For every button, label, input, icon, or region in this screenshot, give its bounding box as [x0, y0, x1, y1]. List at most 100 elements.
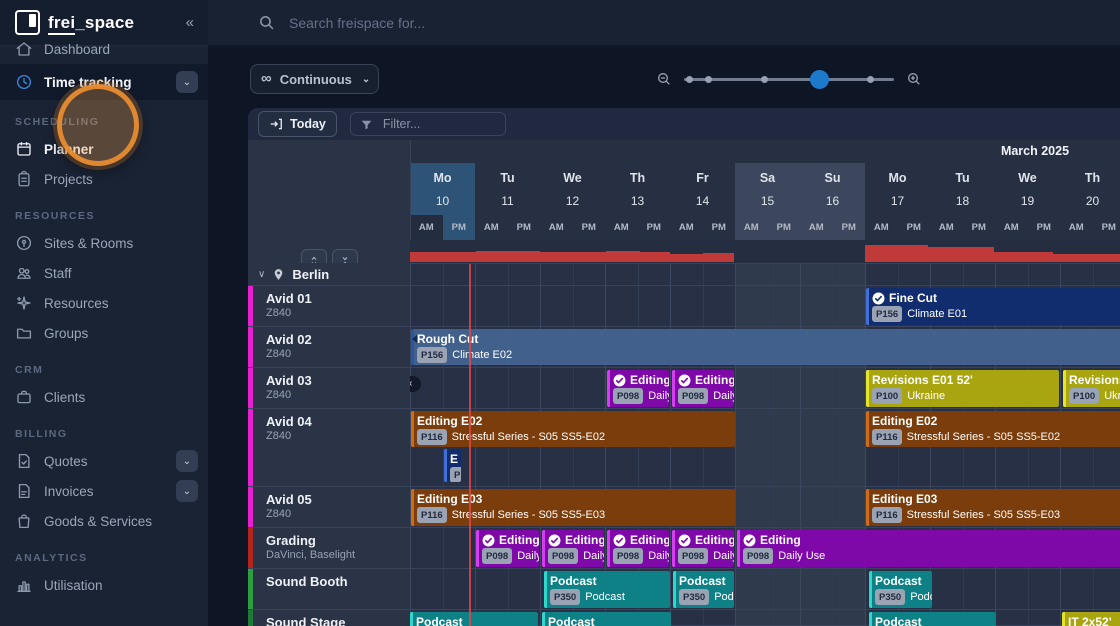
sidebar-item-sites-rooms[interactable]: Sites & Rooms	[0, 228, 208, 258]
booking-block[interactable]: Editing E02P116Stressful Series - S05 SS…	[866, 411, 1120, 447]
sidebar-item-chevron-button[interactable]: ⌄	[176, 450, 198, 472]
booking-accent-stripe	[444, 449, 447, 482]
booking-title: Editing	[613, 372, 667, 388]
sidebar-item-groups[interactable]: Groups	[0, 318, 208, 348]
booking-accent-stripe	[542, 612, 545, 626]
continues-left-arrow-icon	[412, 335, 417, 343]
utilisation-bar	[670, 254, 703, 262]
doc-check-icon	[15, 452, 33, 470]
sidebar-item-chevron-button[interactable]: ⌄	[176, 71, 198, 93]
filter-input[interactable]	[381, 116, 495, 132]
sidebar-item-chevron-button[interactable]: ⌄	[176, 480, 198, 502]
zoom-out-icon[interactable]	[656, 71, 672, 87]
sparkles-icon	[15, 294, 33, 312]
zoom-slider-thumb[interactable]	[810, 70, 829, 89]
location-pin-icon	[272, 268, 285, 281]
day-column-header: Th20AMPM	[1060, 163, 1120, 240]
booking-title: Editing E02	[872, 413, 1120, 429]
resource-row-label: Avid 03Z840	[248, 368, 410, 409]
booking-block[interactable]: EditingP098Daily Use	[476, 530, 539, 567]
booking-block[interactable]: Fine CutP156Climate E01	[866, 288, 1120, 325]
booking-block[interactable]: Editing E03P116Stressful Series - S05 SS…	[411, 489, 735, 526]
completed-check-icon	[678, 374, 691, 387]
booking-block[interactable]: EditingP098Daily Use	[672, 530, 734, 567]
completed-check-icon	[613, 534, 626, 547]
project-badge: P098	[678, 548, 708, 564]
sidebar-item-resources[interactable]: Resources	[0, 288, 208, 318]
booking-block[interactable]: Editing E03P116Stressful Series - S05 SS…	[866, 489, 1120, 526]
project-badge: P350	[550, 589, 580, 605]
project-badge: P350	[679, 589, 709, 605]
search-input[interactable]	[287, 14, 711, 32]
booking-block[interactable]: Rough CutP156Climate E02	[411, 329, 1120, 365]
booking-title: Fine Cut	[872, 290, 1120, 306]
booking-block[interactable]: PodcastP350Podcast	[542, 612, 671, 626]
utilisation-bar	[410, 252, 424, 262]
sidebar-item-label: Groups	[44, 326, 88, 341]
sidebar-item-utilisation[interactable]: Utilisation	[0, 570, 208, 600]
sidebar-item-goods-services[interactable]: Goods & Services	[0, 506, 208, 536]
booking-block[interactable]: EditingP098Daily Use	[607, 370, 669, 407]
booking-block[interactable]: EditingP098Daily Use	[737, 530, 1120, 567]
sidebar-item-projects[interactable]: Projects	[0, 164, 208, 194]
sidebar-item-label: Quotes	[44, 454, 88, 469]
utilisation-bar-strip	[410, 240, 1120, 264]
booking-block[interactable]: EditingP098Daily Use	[607, 530, 669, 567]
booking-accent-stripe	[476, 530, 479, 567]
sidebar-section-label: BILLING	[15, 428, 208, 440]
resource-color-stripe	[248, 327, 253, 367]
sidebar-item-time-tracking[interactable]: Time tracking⌄	[0, 64, 208, 100]
sidebar-item-label: Sites & Rooms	[44, 236, 133, 251]
collapse-label-column-button[interactable]: «	[410, 376, 421, 392]
booking-block[interactable]: EditingP098Daily Use	[672, 370, 734, 407]
resource-row-label: GradingDaVinci, Baselight	[248, 528, 410, 569]
utilisation-bar	[640, 252, 670, 262]
booking-block[interactable]: PodcastP350Podcast	[544, 571, 670, 608]
booking-block[interactable]: EditingP098Daily Use	[542, 530, 604, 567]
booking-subtitle: P098Daily Use	[613, 388, 667, 404]
sidebar-collapse-button[interactable]: «	[186, 14, 194, 31]
sidebar-item-staff[interactable]: Staff	[0, 258, 208, 288]
booking-accent-stripe	[672, 530, 675, 567]
day-column-header: Tu18AMPM	[930, 163, 995, 240]
resource-color-stripe	[248, 610, 253, 626]
zoom-slider-track[interactable]	[684, 78, 894, 81]
booking-block[interactable]: Editing E02P116Stressful Series - S05 SS…	[411, 411, 735, 447]
sidebar-item-dashboard[interactable]: Dashboard	[0, 34, 208, 64]
filter-box	[350, 112, 506, 136]
booking-block[interactable]: Revisions E01 52'P100Ukraine	[866, 370, 1059, 407]
booking-block[interactable]: PodcastP350Podcast	[869, 612, 996, 626]
filter-funnel-icon	[360, 118, 373, 131]
people-icon	[15, 264, 33, 282]
utilisation-bar	[703, 253, 734, 262]
sidebar-item-planner[interactable]: Planner	[0, 134, 208, 164]
schedule-grid: « Fine CutP156Climate E01 Rough CutP156Cl…	[410, 240, 1120, 626]
resource-row-label: Avid 01Z840	[248, 286, 410, 327]
sidebar-section-label: SCHEDULING	[15, 116, 208, 128]
sidebar-item-invoices[interactable]: Invoices⌄	[0, 476, 208, 506]
booking-block[interactable]: PodcastP350Podcast	[673, 571, 734, 608]
view-mode-dropdown[interactable]: ∞ Continuous ⌄	[250, 64, 379, 94]
booking-title: Podcast	[875, 573, 930, 589]
zoom-in-icon[interactable]	[906, 71, 922, 87]
booking-block[interactable]: RevisionsP100Ukraine	[1063, 370, 1120, 407]
booking-block[interactable]: IT 2x52'	[1062, 612, 1120, 626]
resource-color-stripe	[248, 409, 253, 486]
booking-block[interactable]: EP	[444, 449, 461, 482]
jump-to-today-icon	[269, 117, 283, 131]
booking-block[interactable]: PodcastP350Podcast	[869, 571, 932, 608]
booking-block[interactable]: PodcastP350Podcast	[410, 612, 538, 626]
booking-title: Editing E03	[417, 491, 733, 507]
booking-accent-stripe	[411, 489, 414, 526]
completed-check-icon	[548, 534, 561, 547]
clock-icon	[15, 73, 33, 91]
booking-title: Podcast	[416, 614, 536, 626]
sidebar-item-clients[interactable]: Clients	[0, 382, 208, 412]
bag-icon	[15, 512, 33, 530]
booking-title: Editing	[743, 532, 1120, 548]
booking-subtitle: P098Daily Use	[482, 548, 537, 564]
sidebar-item-quotes[interactable]: Quotes ⌄	[0, 446, 208, 476]
resource-row-label: Avid 04Z840	[248, 409, 410, 487]
booking-accent-stripe	[672, 370, 675, 407]
today-button[interactable]: Today	[258, 111, 337, 137]
